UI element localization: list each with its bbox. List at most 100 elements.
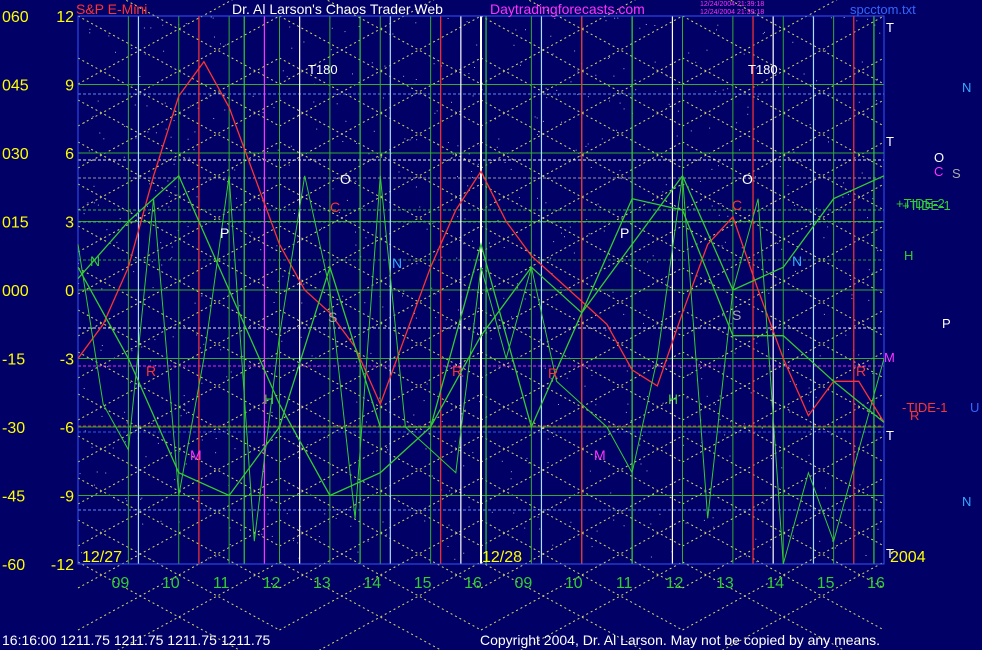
star-dot: [321, 227, 322, 229]
star-dot: [84, 430, 86, 432]
star-dot: [585, 145, 587, 147]
star-dot: [194, 302, 196, 304]
y-inner-tick-label: 6: [65, 146, 74, 163]
star-dot: [587, 143, 589, 145]
star-dot: [402, 295, 403, 297]
star-dot: [152, 287, 154, 289]
star-dot: [537, 197, 538, 199]
star-dot: [463, 552, 465, 554]
star-dot: [587, 96, 589, 98]
star-dot: [271, 535, 273, 537]
star-dot: [281, 340, 283, 342]
star-dot: [546, 97, 548, 99]
star-dot: [554, 17, 556, 19]
star-dot: [730, 421, 732, 423]
star-dot: [808, 394, 810, 396]
star-dot: [457, 309, 459, 311]
star-dot: [384, 65, 386, 67]
star-dot: [695, 61, 697, 63]
star-dot: [553, 436, 555, 437]
star-dot: [186, 412, 187, 414]
star-dot: [513, 512, 515, 514]
star-dot: [504, 162, 506, 163]
star-dot: [193, 149, 195, 151]
plot-letter-label: C: [732, 197, 742, 213]
right-side-label: -TIDE-1: [902, 400, 948, 415]
x-hour-tick-label: 11: [213, 575, 230, 592]
star-dot: [623, 525, 625, 527]
y-outer-tick-label: 060: [2, 9, 29, 26]
star-dot: [154, 339, 156, 341]
chart: 060 045 030 015 000 -15 -30 -45 -60 12 9 6 3 0 -3 -6 -9 -…: [0, 0, 982, 650]
star-dot: [755, 538, 757, 540]
star-dot: [206, 98, 208, 100]
star-dot: [627, 403, 629, 405]
star-dot: [448, 524, 450, 526]
star-dot: [544, 367, 546, 369]
star-dot: [346, 199, 348, 201]
star-dot: [550, 35, 552, 37]
star-dot: [803, 73, 805, 75]
star-dot: [867, 217, 868, 219]
star-dot: [135, 137, 137, 139]
star-dot: [747, 106, 749, 108]
star-dot: [677, 110, 679, 112]
star-dot: [871, 272, 873, 274]
star-dot: [116, 241, 118, 243]
star-dot: [83, 388, 85, 389]
star-dot: [640, 463, 642, 465]
star-dot: [714, 403, 716, 405]
star-dot: [147, 131, 149, 133]
star-dot: [201, 382, 203, 384]
star-dot: [134, 104, 136, 106]
y-inner-tick-label: 0: [65, 283, 74, 300]
star-dot: [683, 444, 684, 446]
star-dot: [115, 51, 116, 53]
star-dot: [201, 490, 203, 492]
star-dot: [226, 376, 228, 378]
star-dot: [454, 440, 456, 442]
star-dot: [561, 121, 562, 123]
star-dot: [449, 490, 451, 492]
star-dot: [605, 329, 607, 331]
star-dot: [701, 378, 703, 380]
y-inner-tick-label: 3: [65, 215, 74, 232]
star-dot: [103, 138, 105, 140]
star-dot: [534, 116, 536, 118]
site-title: Daytradingforecasts.com: [490, 1, 645, 17]
star-dot: [106, 229, 108, 231]
star-dot: [665, 184, 667, 186]
star-dot: [161, 264, 163, 266]
star-dot: [119, 218, 121, 220]
star-dot: [366, 421, 367, 423]
star-dot: [457, 216, 459, 218]
star-dot: [810, 428, 812, 430]
star-dot: [529, 283, 531, 284]
right-side-label: +TIDE-1: [902, 198, 951, 213]
star-dot: [788, 86, 789, 88]
star-dot: [97, 100, 99, 102]
star-dot: [635, 89, 637, 91]
y-inner-tick-label: 9: [65, 78, 74, 95]
star-dot: [171, 257, 173, 259]
y-outer-tick-label: -45: [2, 489, 25, 506]
y-outer-tick-label: -15: [2, 352, 25, 369]
plot-letter-label: S: [732, 307, 741, 323]
star-dot: [373, 470, 375, 472]
star-dot: [520, 64, 521, 66]
star-dot: [545, 87, 547, 89]
star-dot: [700, 181, 702, 182]
star-dot: [123, 156, 125, 158]
star-dot: [623, 313, 625, 315]
star-dot: [326, 436, 328, 438]
star-dot: [371, 62, 373, 64]
star-dot: [868, 269, 870, 271]
plot-letter-label: C: [330, 199, 340, 215]
star-dot: [861, 196, 863, 198]
star-dot: [468, 506, 470, 508]
star-dot: [754, 176, 756, 178]
star-dot: [303, 283, 305, 285]
right-side-label: O: [934, 150, 944, 165]
star-dot: [251, 231, 253, 233]
plot-letter-label: R: [856, 363, 866, 379]
